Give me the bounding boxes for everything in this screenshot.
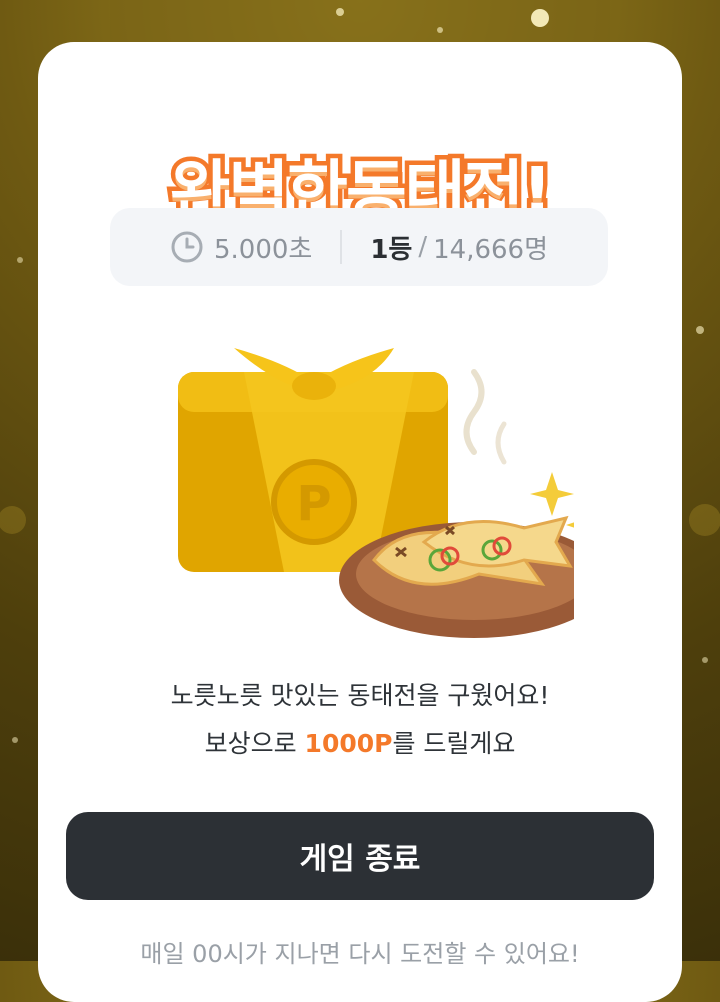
message-prefix: 보상으로 (204, 729, 305, 758)
reward-message: 노릇노릇 맛있는 동태전을 구웠어요! 보상으로 1000P를 드릴게요 (38, 672, 682, 768)
stats-bar: 5.000초 1등 / 14,666명 (110, 208, 608, 286)
retry-notice: 매일 00시가 지나면 다시 도전할 수 있어요! (140, 940, 580, 968)
clock-icon (171, 231, 203, 263)
reward-points: 1000P (304, 729, 393, 758)
rank-value: 1등 (370, 234, 413, 265)
result-card: 완벽한동태전! 5.000초 1등 / 14,666명 P 노릇노릇 맛있는 동… (38, 42, 682, 1002)
end-game-button[interactable]: 게임 종료 (66, 812, 654, 900)
rank-separator: / (418, 232, 428, 262)
participants-value: 14,666명 (433, 234, 549, 265)
message-line-1: 노릇노릇 맛있는 동태전을 구웠어요! (170, 681, 550, 710)
gift-letter: P (296, 476, 331, 532)
time-value: 5.000초 (213, 234, 313, 265)
message-line-2: 보상으로 1000P를 드릴게요 (38, 720, 682, 768)
reward-illustration: P (178, 348, 574, 638)
message-suffix: 를 드릴게요 (392, 729, 516, 758)
stats-divider (340, 230, 343, 264)
